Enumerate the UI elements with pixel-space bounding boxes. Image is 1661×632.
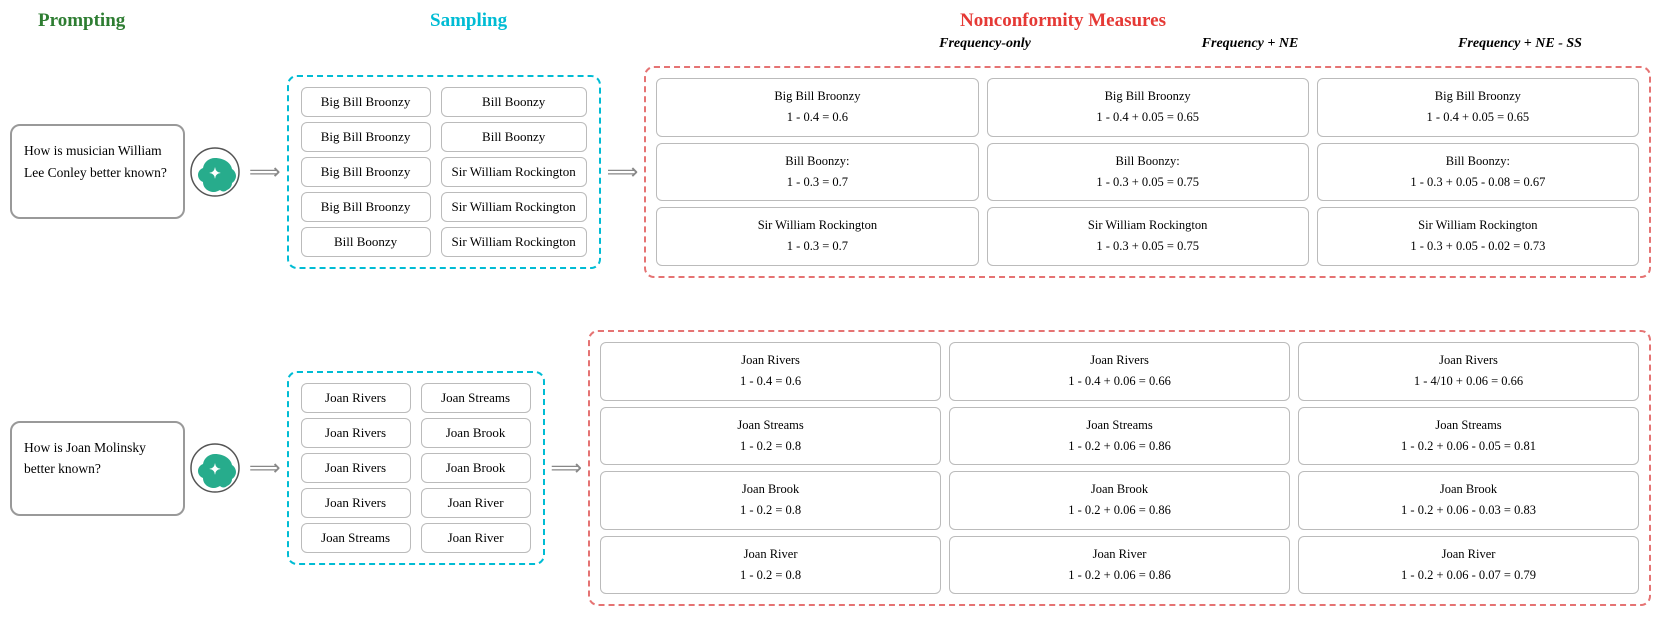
sample-item: Sir William Rockington xyxy=(441,227,587,257)
nc-col-freq-2: Joan Rivers 1 - 0.4 = 0.6 Joan Streams 1… xyxy=(600,342,941,594)
nc-item: Bill Boonzy: 1 - 0.3 + 0.05 = 0.75 xyxy=(987,143,1309,202)
nc-item: Joan River 1 - 0.2 = 0.8 xyxy=(600,536,941,595)
nc-col-freq-ne-ss-2: Joan Rivers 1 - 4/10 + 0.06 = 0.66 Joan … xyxy=(1298,342,1639,594)
nc-item: Big Bill Broonzy 1 - 0.4 + 0.05 = 0.65 xyxy=(987,78,1309,137)
subheader-freq-ne-ss: Frequency + NE - SS xyxy=(1400,36,1640,52)
sample-item: Joan River xyxy=(421,523,531,553)
sample-item: Big Bill Broonzy xyxy=(301,122,431,152)
prompt-box-1: How is musician William Lee Conley bette… xyxy=(10,124,185,219)
nc-item: Joan Rivers 1 - 4/10 + 0.06 = 0.66 xyxy=(1298,342,1639,401)
row-1: How is musician William Lee Conley bette… xyxy=(0,66,1661,278)
header-prompting: Prompting xyxy=(38,10,125,32)
nc-item: Joan Rivers 1 - 0.4 = 0.6 xyxy=(600,342,941,401)
nc-col-freq-ne-1: Big Bill Broonzy 1 - 0.4 + 0.05 = 0.65 B… xyxy=(987,78,1309,266)
subheader-freq-only: Frequency-only xyxy=(865,36,1105,52)
nc-col-freq-ne-2: Joan Rivers 1 - 0.4 + 0.06 = 0.66 Joan S… xyxy=(949,342,1290,594)
sampling-group-1: Big Bill Broonzy Big Bill Broonzy Big Bi… xyxy=(287,75,601,269)
sample-item: Joan Rivers xyxy=(301,418,411,448)
nc-item: Joan River 1 - 0.2 + 0.06 - 0.07 = 0.79 xyxy=(1298,536,1639,595)
nc-item: Bill Boonzy: 1 - 0.3 = 0.7 xyxy=(656,143,978,202)
gpt-icon-1: ✦ xyxy=(189,146,241,198)
header-nonconformity: Nonconformity Measures xyxy=(960,10,1166,32)
sample-item: Joan Brook xyxy=(421,418,531,448)
sample-item: Joan Streams xyxy=(421,383,531,413)
sample-item: Sir William Rockington xyxy=(441,157,587,187)
nc-item: Sir William Rockington 1 - 0.3 + 0.05 - … xyxy=(1317,207,1639,266)
sample-item: Joan Rivers xyxy=(301,488,411,518)
sample-item: Joan Brook xyxy=(421,453,531,483)
sample-item: Big Bill Broonzy xyxy=(301,87,431,117)
svg-text:✦: ✦ xyxy=(209,165,221,181)
sample-item: Joan River xyxy=(421,488,531,518)
nc-section-2: Joan Rivers 1 - 0.4 = 0.6 Joan Streams 1… xyxy=(588,330,1651,606)
sample-item: Big Bill Broonzy xyxy=(301,192,431,222)
nc-item: Joan Streams 1 - 0.2 + 0.06 = 0.86 xyxy=(949,407,1290,466)
nc-col-freq-1: Big Bill Broonzy 1 - 0.4 = 0.6 Bill Boon… xyxy=(656,78,978,266)
sample-item: Joan Rivers xyxy=(301,383,411,413)
arrow-left-1: ⟹ xyxy=(249,159,281,185)
prompt-box-2: How is Joan Molinsky better known? xyxy=(10,421,185,516)
nc-item: Joan Rivers 1 - 0.4 + 0.06 = 0.66 xyxy=(949,342,1290,401)
arrow-left-2: ⟹ xyxy=(249,455,281,481)
gpt-icon-2: ✦ xyxy=(189,442,241,494)
nc-item: Joan Brook 1 - 0.2 = 0.8 xyxy=(600,471,941,530)
nc-item: Sir William Rockington 1 - 0.3 + 0.05 = … xyxy=(987,207,1309,266)
row-2: How is Joan Molinsky better known? ✦ ⟹ J… xyxy=(0,330,1661,606)
nc-item: Joan Brook 1 - 0.2 + 0.06 = 0.86 xyxy=(949,471,1290,530)
sample-item: Big Bill Broonzy xyxy=(301,157,431,187)
sample-item: Bill Boonzy xyxy=(301,227,431,257)
sample-item: Bill Boonzy xyxy=(441,87,587,117)
sample-item: Joan Rivers xyxy=(301,453,411,483)
nc-item: Joan River 1 - 0.2 + 0.06 = 0.86 xyxy=(949,536,1290,595)
nc-item: Big Bill Broonzy 1 - 0.4 = 0.6 xyxy=(656,78,978,137)
sample-item: Bill Boonzy xyxy=(441,122,587,152)
nc-item: Sir William Rockington 1 - 0.3 = 0.7 xyxy=(656,207,978,266)
sample-item: Sir William Rockington xyxy=(441,192,587,222)
sampling-group-2: Joan Rivers Joan Rivers Joan Rivers Joan… xyxy=(287,371,545,565)
nc-item: Joan Streams 1 - 0.2 = 0.8 xyxy=(600,407,941,466)
nc-item: Big Bill Broonzy 1 - 0.4 + 0.05 = 0.65 xyxy=(1317,78,1639,137)
nc-col-freq-ne-ss-1: Big Bill Broonzy 1 - 0.4 + 0.05 = 0.65 B… xyxy=(1317,78,1639,266)
header-sampling: Sampling xyxy=(430,10,507,32)
nc-section-1: Big Bill Broonzy 1 - 0.4 = 0.6 Bill Boon… xyxy=(644,66,1651,278)
subheader-freq-ne: Frequency + NE xyxy=(1130,36,1370,52)
nc-item: Joan Brook 1 - 0.2 + 0.06 - 0.03 = 0.83 xyxy=(1298,471,1639,530)
nc-item: Bill Boonzy: 1 - 0.3 + 0.05 - 0.08 = 0.6… xyxy=(1317,143,1639,202)
svg-text:✦: ✦ xyxy=(209,461,221,477)
nc-item: Joan Streams 1 - 0.2 + 0.06 - 0.05 = 0.8… xyxy=(1298,407,1639,466)
arrow-right-1: ⟹ xyxy=(607,159,639,185)
arrow-right-2: ⟹ xyxy=(551,455,583,481)
sample-item: Joan Streams xyxy=(301,523,411,553)
